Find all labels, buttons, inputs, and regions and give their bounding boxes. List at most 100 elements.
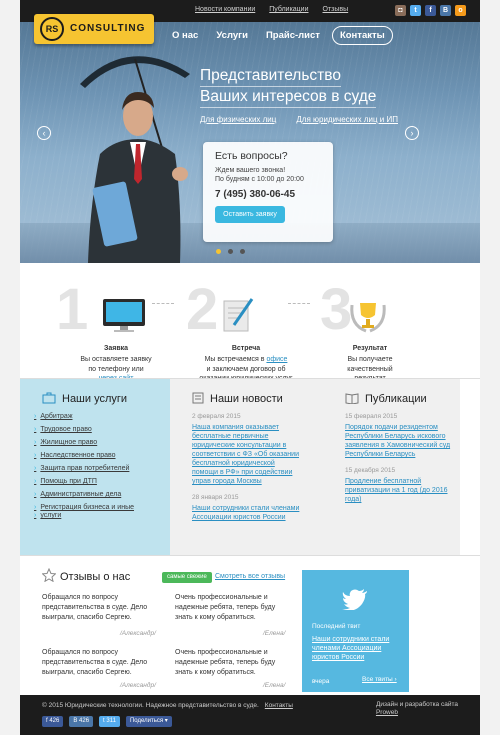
hero-banner: RS CONSULTING О нас Услуги Прайс-лист Ко… xyxy=(20,0,480,263)
social-icons: ◘ t f B o xyxy=(395,5,466,16)
facebook-icon[interactable]: f xyxy=(425,5,436,16)
link-individuals[interactable]: Для физических лиц xyxy=(200,115,276,124)
service-housing-law[interactable]: Жилищное право xyxy=(40,439,134,446)
review-line: Очень профессиональные и xyxy=(175,594,268,601)
headline-line-2: Ваших интересов в суде xyxy=(200,87,377,108)
twitter-bird-icon xyxy=(342,589,367,610)
step-title: Результат xyxy=(352,345,388,352)
news-line: помощи в РФ» при содействии xyxy=(192,469,293,476)
leave-request-button[interactable]: Оставить заявку xyxy=(215,206,285,223)
all-reviews-link[interactable]: Смотреть все отзывы xyxy=(215,573,285,580)
service-business-registration-cont[interactable]: услуги xyxy=(40,512,134,519)
step-text-line: Мы встречаемся в офисе xyxy=(186,355,306,365)
news-date: 28 января 2015 xyxy=(192,494,239,501)
publication-date: 15 февраля 2015 xyxy=(345,413,398,420)
reviews-section: Отзывы о нас самые свежие Смотреть все о… xyxy=(20,555,480,695)
review-line: знать к кому обратиться. xyxy=(175,614,256,621)
service-administrative[interactable]: Административные дела xyxy=(40,491,134,498)
step-number: 2 xyxy=(186,277,219,342)
slider-prev-button[interactable]: ‹ xyxy=(37,126,51,140)
review-author: /Елена/ xyxy=(263,630,286,637)
service-traffic-accident[interactable]: Помощь при ДТП xyxy=(40,478,134,485)
review-line: Обращался по вопросу xyxy=(42,594,118,601)
share-dropdown-button[interactable]: Поделиться ▾ xyxy=(125,716,172,727)
step-title: Заявка xyxy=(103,345,129,352)
slider-dot-2[interactable] xyxy=(228,249,233,254)
publication-link[interactable]: Порядок подачи резидентом Республики Бел… xyxy=(345,423,450,459)
publication-line: Республики Беларусь xyxy=(345,451,416,458)
logo-mark: RS xyxy=(40,17,64,41)
news-link[interactable]: Наша компания оказывает бесплатные перви… xyxy=(192,423,299,486)
instagram-icon[interactable]: ◘ xyxy=(395,5,406,16)
last-tweet-label: Последний твит xyxy=(312,623,361,630)
nav-price-list[interactable]: Прайс-лист xyxy=(260,26,326,45)
step-text-line: Вы получаете xyxy=(347,356,393,363)
hero-headline: Представительство Ваших интересов в суде xyxy=(200,66,377,108)
top-link-publications[interactable]: Публикации xyxy=(269,6,308,13)
publication-link[interactable]: Продление бесплатной приватизации на 1 г… xyxy=(345,477,450,504)
developer-credit: Дизайн и разработка сайта Proweb xyxy=(376,701,458,717)
link-legal-entities[interactable]: Для юридических лиц и ИП xyxy=(296,115,398,124)
publication-line: Порядок подачи резидентом xyxy=(345,424,438,431)
all-tweets-link[interactable]: Все твиты › xyxy=(362,676,397,683)
slider-dot-3[interactable] xyxy=(240,249,245,254)
phone-number[interactable]: 7 (495) 380-06-45 xyxy=(215,189,321,200)
footer: © 2015 Юридические технологии. Надежное … xyxy=(20,695,480,735)
info-columns: Наши услуги Арбитраж Трудовое право Жили… xyxy=(20,378,480,556)
slider-dot-1[interactable] xyxy=(216,249,221,254)
businessman-with-umbrella-image xyxy=(80,56,190,263)
review-line: надежные ребята, теперь буду xyxy=(175,604,276,611)
vk-share-button[interactable]: В 426 xyxy=(69,716,94,727)
newspaper-icon xyxy=(192,392,204,404)
publications-list: 15 февраля 2015 Порядок подачи резиденто… xyxy=(345,413,450,512)
slider-next-button[interactable]: › xyxy=(405,126,419,140)
review-text: Обращался по вопросу представительства в… xyxy=(42,648,157,678)
copyright: © 2015 Юридические технологии. Надежное … xyxy=(42,702,293,709)
facebook-share-button[interactable]: f 426 xyxy=(42,716,64,727)
footer-contacts-link[interactable]: Контакты xyxy=(265,702,293,709)
service-inheritance-law[interactable]: Наследственное право xyxy=(40,452,134,459)
service-business-registration[interactable]: Регистрация бизнеса и иные xyxy=(40,504,134,511)
twitter-share-button[interactable]: t 311 xyxy=(99,716,120,727)
freshest-badge: самые свежие xyxy=(162,572,212,583)
nav-about[interactable]: О нас xyxy=(166,26,204,45)
headline-line-1: Представительство xyxy=(200,66,341,87)
top-link-news[interactable]: Новости компании xyxy=(195,6,255,13)
publications-column: Публикации 15 февраля 2015 Порядок подач… xyxy=(325,379,460,556)
vk-icon[interactable]: B xyxy=(440,5,451,16)
publication-line: Республики Беларусь искового xyxy=(345,433,446,440)
nav-contacts[interactable]: Контакты xyxy=(331,26,393,45)
services-title: Наши услуги xyxy=(62,393,128,405)
open-book-icon xyxy=(345,393,359,404)
review-line: представительства в суде. Дело xyxy=(42,604,148,611)
step-text-line: качественный xyxy=(347,365,393,373)
top-links: Новости компании Публикации Отзывы xyxy=(195,6,348,13)
developer-link[interactable]: Proweb xyxy=(376,709,398,716)
odnoklassniki-icon[interactable]: o xyxy=(455,5,466,16)
share-buttons: f 426 В 426 t 311 Поделиться ▾ xyxy=(42,716,172,727)
step-text-fragment: Мы встречаемся в xyxy=(204,356,267,363)
news-link[interactable]: Наши сотрудники стали членами Ассоциации… xyxy=(192,504,299,522)
news-line: соответствии с ФЗ «Об оказании xyxy=(192,451,299,458)
step-number: 1 xyxy=(56,277,89,342)
steps-section: 1 Заявка Вы оставляете заявку по телефон… xyxy=(20,263,480,382)
nav-services[interactable]: Услуги xyxy=(210,26,254,45)
service-labor-law[interactable]: Трудовое право xyxy=(40,426,134,433)
slider-dots xyxy=(216,249,245,254)
news-line: Наша компания оказывает xyxy=(192,424,280,431)
service-arbitration[interactable]: Арбитраж xyxy=(40,413,134,420)
consulting-logo[interactable]: RS CONSULTING xyxy=(34,14,154,44)
news-line: бесплатной юридической xyxy=(192,460,275,467)
news-column: Наши новости 2 февраля 2015 Наша компани… xyxy=(170,379,325,556)
publication-line: года) xyxy=(345,496,362,503)
twitter-icon[interactable]: t xyxy=(410,5,421,16)
review-text: Очень профессиональные и надежные ребята… xyxy=(175,593,290,623)
last-tweet-link[interactable]: Наши сотрудники стали членами Ассоциации… xyxy=(312,635,397,662)
office-link[interactable]: офисе xyxy=(266,356,287,363)
news-line: бесплатные первичные xyxy=(192,433,269,440)
service-consumer-rights[interactable]: Защита прав потребителей xyxy=(40,465,134,472)
tweet-line: членами Ассоциации xyxy=(312,645,382,652)
reviews-title: Отзывы о нас xyxy=(60,571,131,583)
news-title: Наши новости xyxy=(210,393,283,405)
top-link-reviews[interactable]: Отзывы xyxy=(323,6,349,13)
